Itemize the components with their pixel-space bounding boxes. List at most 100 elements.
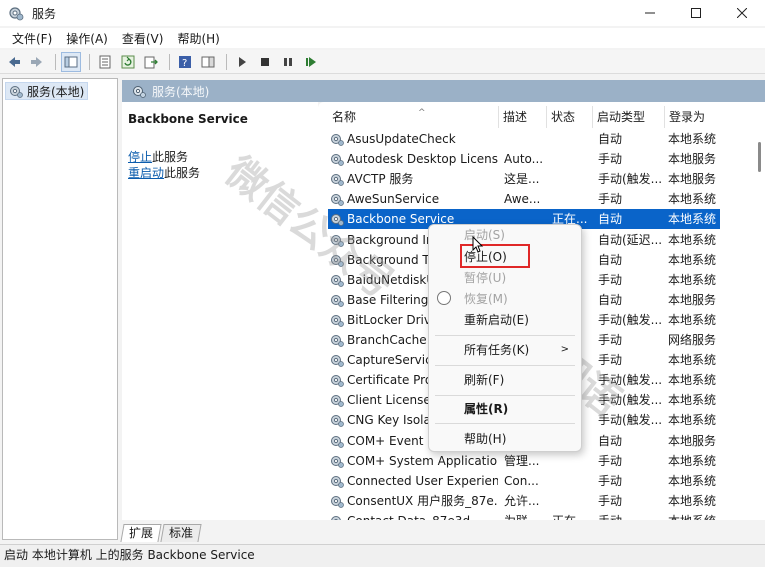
service-gear-icon	[331, 515, 341, 520]
service-description-cell: Con...	[504, 473, 539, 488]
service-logon-cell: 本地系统	[668, 353, 717, 368]
action-pane-icon	[201, 56, 215, 67]
service-logon-cell: 本地系统	[668, 493, 717, 508]
submenu-arrow-icon: >	[560, 344, 569, 355]
back-button[interactable]	[4, 52, 24, 72]
forward-button[interactable]	[27, 52, 47, 72]
refresh-icon	[121, 55, 135, 68]
play-icon	[239, 56, 246, 67]
service-status-cell: 正在...	[552, 511, 598, 520]
menu-bar: 文件(F) 操作(A) 查看(V) 帮助(H)	[0, 28, 765, 48]
menu-action[interactable]: 操作(A)	[60, 30, 116, 47]
context-menu-all-tasks[interactable]: 所有任务(K) >	[429, 340, 581, 360]
service-status-cell	[552, 471, 598, 491]
service-row[interactable]: AweSunService Awe... 手动 本地系统	[328, 189, 720, 209]
service-name-cell: Connected User Experien...	[347, 473, 498, 488]
restart-service-link[interactable]: 重启动	[128, 166, 164, 180]
toolbar: ?	[0, 50, 765, 74]
service-startup-cell: 手动	[598, 473, 623, 488]
service-row[interactable]: COM+ System Application 管理... 手动 本地系统	[328, 451, 720, 471]
tab-extended-label: 扩展	[129, 526, 154, 540]
stop-highlight-box	[460, 244, 530, 268]
service-status-cell	[552, 129, 598, 149]
properties-icon	[99, 55, 111, 68]
service-status-cell	[552, 451, 598, 471]
context-menu-start[interactable]: 启动(S)	[429, 225, 581, 245]
menu-view[interactable]: 查看(V)	[116, 30, 172, 47]
close-button[interactable]	[719, 0, 765, 26]
stop-service-link[interactable]: 停止	[128, 150, 152, 164]
service-startup-cell: 手动	[598, 192, 623, 207]
context-menu-separator	[435, 395, 575, 396]
service-startup-cell: 手动	[598, 333, 623, 347]
service-row[interactable]: Contact Data_87e3d 为联...正在...手动本地系统	[328, 511, 720, 520]
pause-icon	[284, 57, 292, 66]
minimize-button[interactable]	[627, 0, 673, 26]
tab-standard[interactable]: 标准	[160, 524, 202, 542]
service-gear-icon	[331, 395, 344, 408]
service-gear-icon	[331, 314, 344, 327]
pause-service-button[interactable]	[278, 52, 298, 72]
service-name-cell: ConsentUX 用户服务_87e...	[347, 493, 498, 508]
context-menu-help[interactable]: 帮助(H)	[429, 429, 581, 449]
column-status-label: 状态	[551, 110, 576, 124]
toolbar-separator	[226, 53, 227, 70]
selected-service-name: Backbone Service	[128, 112, 248, 126]
help-toolbar-button[interactable]: ?	[175, 52, 195, 72]
details-header-title: 服务(本地)	[152, 84, 210, 99]
service-row[interactable]: ConsentUX 用户服务_87e... 允许... 手动 本地系统	[328, 491, 720, 511]
services-gear-icon	[10, 86, 23, 98]
close-icon	[737, 8, 747, 18]
column-status[interactable]: 状态	[546, 106, 592, 128]
details-header: 服务(本地)	[122, 80, 765, 102]
service-gear-icon	[331, 294, 344, 307]
service-name-cell: Contact Data_87e3d	[347, 511, 498, 520]
tree-item-services-local[interactable]: 服务(本地)	[5, 82, 89, 100]
restart-service-suffix: 此服务	[164, 166, 201, 180]
context-menu-refresh[interactable]: 刷新(F)	[429, 370, 581, 390]
column-name[interactable]: ^ 名称	[328, 106, 498, 128]
service-description-cell: 为联...	[504, 511, 550, 520]
service-description-cell: Awe...	[504, 192, 541, 207]
refresh-toolbar-button[interactable]	[118, 52, 138, 72]
service-startup-cell: 手动	[598, 453, 623, 468]
service-row[interactable]: Autodesk Desktop Licens... Auto... 手动 本地服务	[328, 149, 720, 169]
context-menu-pause[interactable]: 暂停(U)	[429, 268, 581, 288]
service-row[interactable]: AsusUpdateCheck 自动 本地系统	[328, 129, 720, 149]
service-gear-icon	[331, 415, 344, 428]
context-menu-properties[interactable]: 属性(R)	[429, 399, 581, 419]
show-action-pane-button[interactable]	[198, 52, 218, 72]
properties-toolbar-button[interactable]	[95, 52, 115, 72]
service-startup-cell: 自动	[598, 433, 623, 448]
service-row[interactable]: Connected User Experien... Con... 手动 本地系统	[328, 471, 720, 491]
context-menu-resume[interactable]: 恢复(M)	[429, 289, 581, 309]
context-menu-separator	[435, 423, 575, 424]
maximize-button[interactable]	[673, 0, 719, 26]
annotation-circle-icon	[437, 291, 451, 305]
column-description-label: 描述	[503, 110, 528, 124]
service-row[interactable]: AVCTP 服务 这是... 手动(触发... 本地服务	[328, 169, 720, 189]
column-logon-label: 登录为	[669, 110, 706, 124]
stop-service-button[interactable]	[255, 52, 275, 72]
help-icon: ?	[179, 55, 191, 69]
column-description[interactable]: 描述	[498, 106, 546, 128]
column-startup-type[interactable]: 启动类型	[592, 106, 664, 128]
sort-ascending-icon: ^	[418, 108, 426, 118]
show-hide-console-tree-button[interactable]	[61, 51, 81, 72]
export-list-button[interactable]	[141, 52, 161, 72]
context-menu-restart[interactable]: 重新启动(E)	[429, 310, 581, 330]
vertical-scrollbar-thumb[interactable]	[758, 142, 761, 172]
start-service-button[interactable]	[232, 52, 252, 72]
column-logon-as[interactable]: 登录为	[664, 106, 754, 128]
service-name-cell: AsusUpdateCheck	[347, 132, 456, 146]
tab-extended[interactable]: 扩展	[120, 524, 162, 542]
service-logon-cell: 本地系统	[668, 373, 717, 388]
toolbar-separator	[89, 53, 90, 70]
menu-help[interactable]: 帮助(H)	[171, 30, 227, 47]
service-startup-cell: 手动	[598, 511, 668, 520]
tab-standard-label: 标准	[169, 526, 194, 540]
menu-file[interactable]: 文件(F)	[6, 30, 60, 47]
restart-service-button[interactable]	[301, 52, 321, 72]
context-menu-separator	[435, 335, 575, 336]
service-logon-cell: 本地系统	[668, 413, 717, 428]
